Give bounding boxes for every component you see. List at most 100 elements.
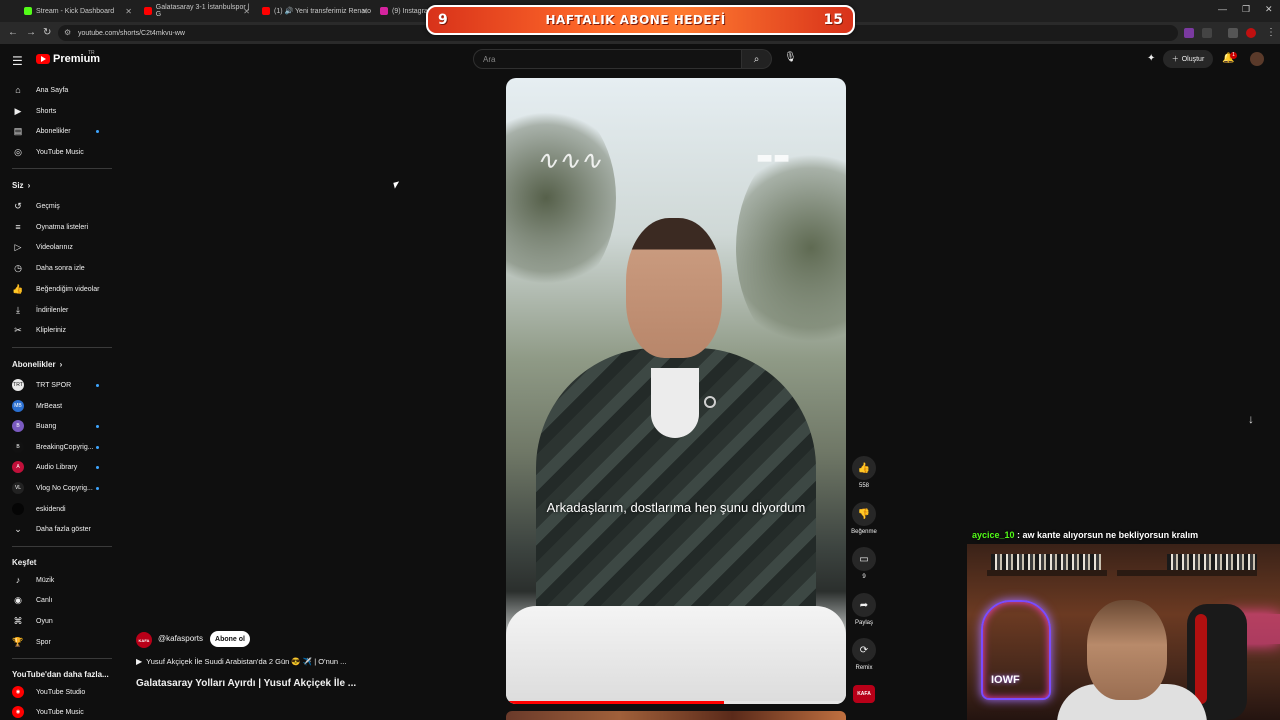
shelf — [987, 570, 1107, 576]
close-window-icon[interactable]: ✕ — [1265, 4, 1273, 15]
reload-icon[interactable]: ↻ — [43, 27, 51, 38]
next-video-arrow-icon[interactable]: ↓ — [1248, 412, 1254, 426]
video-title[interactable]: Galatasaray Yolları Ayırdı | Yusuf Akçiç… — [136, 678, 356, 689]
tab-kick[interactable]: Stream - Kick Dashboard ✕ — [18, 2, 136, 20]
sidebar-section-more-from-youtube: YouTube'dan daha fazla... — [12, 670, 109, 679]
video-progress-bar[interactable] — [506, 701, 846, 704]
sidebar-channel-audio-library[interactable]: A Audio Library — [0, 457, 112, 477]
trophy-icon: 🏆 — [12, 636, 24, 647]
search-input[interactable]: Ara — [473, 49, 742, 69]
forward-icon[interactable]: → — [26, 27, 36, 38]
sidebar-item-home[interactable]: ⌂ Ana Sayfa — [0, 80, 112, 100]
sidebar-channel-eskidendi[interactable]: eskidendi — [0, 499, 112, 519]
notification-badge: 1 — [1230, 52, 1237, 59]
subscribe-button[interactable]: Abone ol — [210, 631, 250, 647]
chevron-right-icon: › — [27, 181, 31, 190]
share-button[interactable]: ➦ Paylaş — [852, 593, 876, 626]
sidebar-channel-buang[interactable]: B Buang — [0, 416, 112, 436]
like-button[interactable]: 👍 558 — [852, 456, 876, 489]
sidebar-channel-vlog-no-copyright[interactable]: VL Vlog No Copyrig... — [0, 478, 112, 498]
channel-avatar: MB — [12, 400, 24, 412]
back-icon[interactable]: ← — [8, 27, 18, 38]
sound-channel-avatar[interactable]: KAFA — [853, 685, 875, 703]
sidebar-section-subscriptions[interactable]: Abonelikler › — [12, 360, 62, 369]
url-text: youtube.com/shorts/C2t4mkvu-ww — [78, 29, 185, 37]
channel-name: Vlog No Copyrig... — [36, 484, 93, 492]
sidebar-channel-mrbeast[interactable]: MB MrBeast — [0, 396, 112, 416]
sidebar-item-downloads[interactable]: ⤓ İndirilenler — [0, 300, 112, 320]
sidebar-channel-trt-spor[interactable]: TRT TRT SPOR — [0, 375, 112, 395]
channel-handle[interactable]: @kafasports — [158, 634, 203, 643]
remix-button[interactable]: ⟳ Remix — [852, 638, 876, 671]
sidebar-item-sports[interactable]: 🏆 Spor — [0, 632, 112, 652]
gaming-icon: ⌘ — [13, 615, 23, 626]
channel-avatar: B — [12, 441, 24, 453]
close-tab-icon[interactable]: ✕ — [243, 7, 250, 16]
youtube-logo[interactable]: Premium TR — [36, 50, 100, 65]
sidebar-item-subscriptions[interactable]: ▤ Abonelikler — [0, 121, 112, 141]
tab-title: Galatasaray 3-1 İstanbulspor | G — [155, 4, 250, 18]
channel-name: Buang — [36, 422, 57, 430]
sidebar-item-clips[interactable]: ✂ Klipleriniz — [0, 320, 112, 340]
sidebar-item-label: YouTube Music — [36, 148, 84, 156]
region-code: TR — [88, 50, 95, 56]
sidebar-item-label: Ana Sayfa — [36, 86, 69, 94]
sidebar-item-live[interactable]: ◉ Canlı — [0, 590, 112, 610]
jacket-emblem — [704, 396, 716, 408]
browser-menu-icon[interactable]: ⋮ — [1266, 27, 1276, 38]
new-content-dot — [96, 383, 99, 387]
close-tab-icon[interactable]: ✕ — [361, 7, 368, 16]
dislike-button[interactable]: 👎 Beğenme — [851, 502, 877, 535]
site-info-icon[interactable]: ⚙ — [64, 28, 71, 37]
sidebar-channel-breakingcopyright[interactable]: B BreakingCopyrig... — [0, 437, 112, 457]
sidebar-section-you[interactable]: Siz › — [12, 181, 30, 190]
close-tab-icon[interactable]: ✕ — [125, 7, 132, 16]
subscriber-goal-overlay: 9 HAFTALIK ABONE HEDEFİ 15 — [426, 5, 855, 35]
cast-icon[interactable]: ✦ — [1147, 53, 1155, 64]
sidebar-item-playlists[interactable]: ≡ Oynatma listeleri — [0, 217, 112, 237]
new-content-dot — [96, 465, 99, 469]
account-avatar[interactable] — [1250, 52, 1264, 66]
shorts-video-player[interactable]: ∿∿∿ ▬▬ Arkadaşlarım, dostlarıma hep şunu… — [506, 78, 846, 704]
create-label: Oluştur — [1181, 55, 1205, 63]
new-content-dot — [96, 486, 99, 490]
streamer-head — [1087, 600, 1167, 700]
maximize-icon[interactable]: ❐ — [1242, 4, 1250, 15]
profile-icon[interactable] — [1246, 28, 1256, 38]
tab-youtube-match[interactable]: Galatasaray 3-1 İstanbulspor | G ✕ — [138, 2, 254, 20]
sidebar-item-music[interactable]: ♪ Müzik — [0, 570, 112, 590]
tab-youtube-active[interactable]: (1) 🔊 Yeni transferimiz Renato ✕ — [256, 2, 372, 20]
extensions-puzzle-icon[interactable] — [1202, 28, 1212, 38]
tab-instagram[interactable]: (9) Instagram — [374, 2, 434, 20]
remix-label: Remix — [855, 665, 873, 671]
extension-icon[interactable] — [1184, 28, 1194, 38]
next-short-preview[interactable] — [506, 711, 846, 720]
watch-later-icon: ◷ — [14, 262, 22, 273]
channel-avatar: A — [12, 461, 24, 473]
download-icon[interactable] — [1228, 28, 1238, 38]
show-more-button[interactable]: ⌄ Daha fazla göster — [0, 519, 112, 539]
sidebar-item-youtube-music-app[interactable]: ◉ YouTube Music — [0, 702, 112, 720]
sidebar-item-label: YouTube Music — [36, 708, 84, 716]
comments-button[interactable]: ▭ 9 — [852, 547, 876, 580]
channel-avatar[interactable]: KAFA — [136, 632, 152, 648]
sidebar-item-youtube-studio[interactable]: ◉ YouTube Studio — [0, 682, 112, 702]
person-head — [626, 218, 722, 358]
sidebar-item-youtube-music[interactable]: ◎ YouTube Music — [0, 142, 112, 162]
sidebar-item-label: İndirilenler — [36, 306, 69, 314]
sidebar-item-gaming[interactable]: ⌘ Oyun — [0, 611, 112, 631]
create-button[interactable]: ＋ Oluştur — [1163, 50, 1213, 68]
chevron-right-icon: › — [59, 360, 63, 369]
menu-icon[interactable]: ☰ — [12, 54, 23, 68]
playlists-icon: ≡ — [15, 222, 21, 232]
home-icon: ⌂ — [15, 85, 21, 95]
sidebar-item-shorts[interactable]: ▶ Shorts — [0, 101, 112, 121]
sidebar-item-your-videos[interactable]: ▷ Videolarınız — [0, 237, 112, 257]
related-video-link[interactable]: ▶ Yusuf Akçiçek İle Suudi Arabistan'da 2 … — [136, 657, 346, 666]
minimize-icon[interactable]: — — [1218, 4, 1227, 14]
microphone-icon[interactable]: 🎙 — [784, 52, 797, 63]
search-button[interactable]: ⌕ — [742, 49, 772, 69]
sidebar-item-liked-videos[interactable]: 👍 Beğendiğim videolar — [0, 279, 112, 299]
sidebar-item-watch-later[interactable]: ◷ Daha sonra izle — [0, 258, 112, 278]
sidebar-item-history[interactable]: ↺ Geçmiş — [0, 196, 112, 216]
